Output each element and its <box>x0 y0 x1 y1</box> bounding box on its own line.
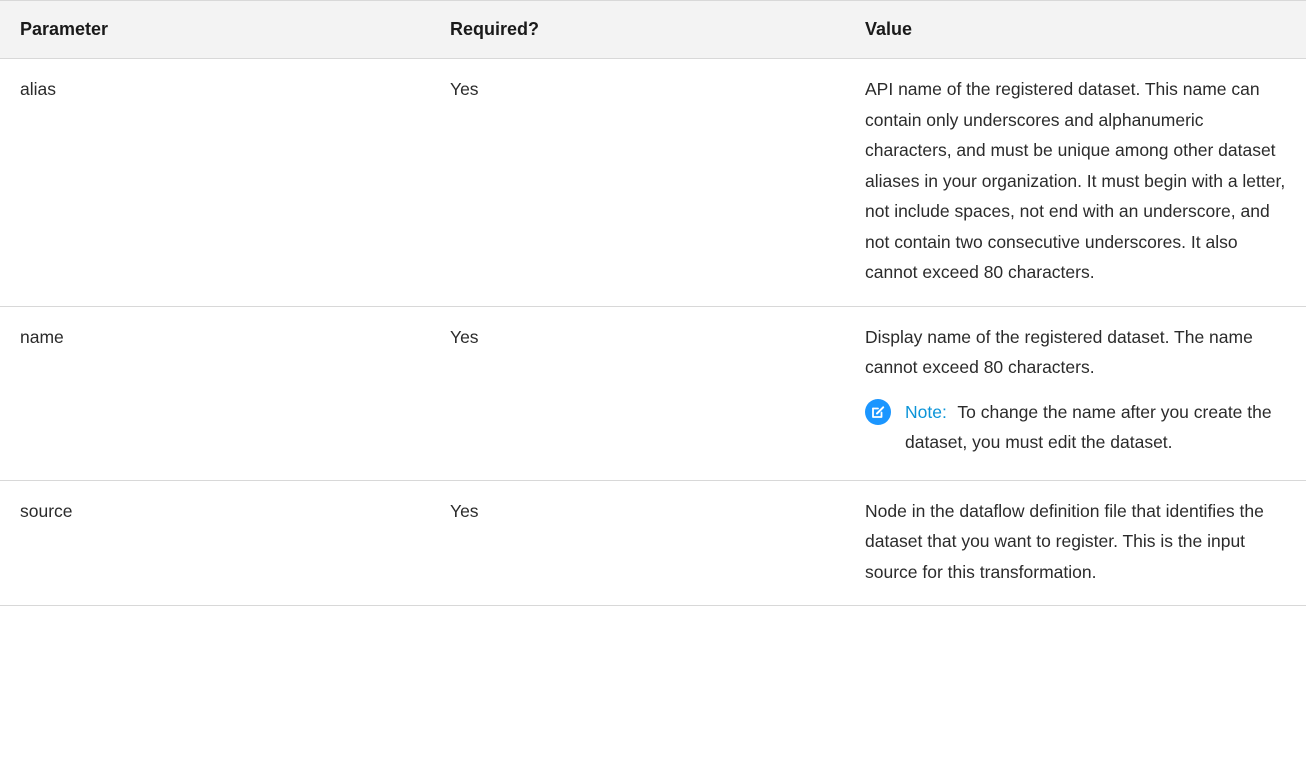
cell-required: Yes <box>430 306 845 481</box>
note-label: Note: <box>905 401 947 422</box>
header-value: Value <box>845 0 1306 59</box>
note-body: Note: To change the name after you creat… <box>905 397 1288 458</box>
table-row: source Yes Node in the dataflow definiti… <box>0 480 1306 606</box>
header-parameter: Parameter <box>0 0 430 59</box>
edit-note-icon <box>865 398 891 425</box>
table-row: name Yes Display name of the registered … <box>0 306 1306 481</box>
note-text: To change the name after you create the … <box>905 401 1272 453</box>
parameters-table: Parameter Required? Value alias Yes API … <box>0 0 1306 606</box>
cell-value: Node in the dataflow definition file tha… <box>845 480 1306 606</box>
value-text: API name of the registered dataset. This… <box>865 79 1286 282</box>
cell-parameter: name <box>0 306 430 481</box>
value-text: Display name of the registered dataset. … <box>865 326 1253 378</box>
table-header-row: Parameter Required? Value <box>0 0 1306 59</box>
table-row: alias Yes API name of the registered dat… <box>0 58 1306 307</box>
cell-parameter: source <box>0 480 430 606</box>
cell-required: Yes <box>430 480 845 606</box>
note-callout: Note: To change the name after you creat… <box>865 397 1288 458</box>
cell-value: API name of the registered dataset. This… <box>845 58 1306 307</box>
cell-required: Yes <box>430 58 845 307</box>
value-text: Node in the dataflow definition file tha… <box>865 500 1264 582</box>
header-required: Required? <box>430 0 845 59</box>
cell-parameter: alias <box>0 58 430 307</box>
cell-value: Display name of the registered dataset. … <box>845 306 1306 481</box>
